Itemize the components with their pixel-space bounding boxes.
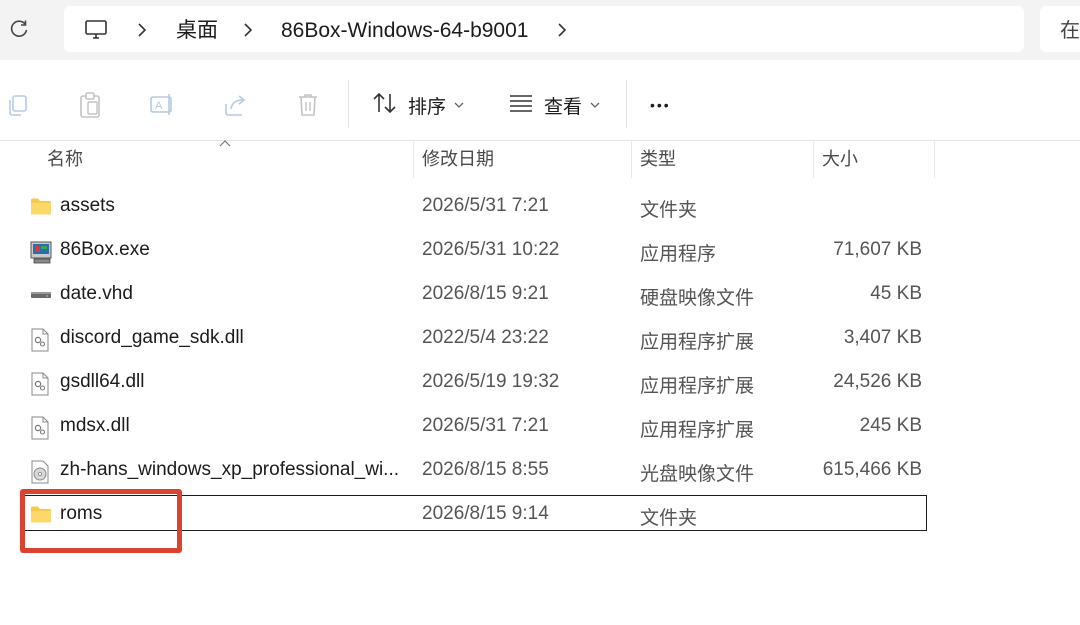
file-modified: 2022/5/4 23:22 (422, 327, 549, 348)
file-type: 应用程序扩展 (640, 420, 755, 441)
paste-icon[interactable] (75, 90, 105, 120)
file-modified: 2026/8/15 9:14 (422, 503, 549, 524)
column-divider (631, 140, 632, 178)
file-modified: 2026/5/19 19:32 (422, 371, 560, 392)
folder-icon (30, 196, 52, 218)
file-name[interactable]: mdsx.dll (60, 415, 405, 437)
breadcrumb-folder[interactable]: 86Box-Windows-64-b9001 (281, 19, 528, 43)
chevron-right-icon[interactable] (136, 21, 148, 44)
file-row[interactable]: discord_game_sdk.dll 2022/5/4 23:22 应用程序… (0, 317, 1080, 361)
toolbar-divider (348, 80, 349, 128)
chevron-down-icon (590, 96, 600, 114)
dll-icon (30, 416, 52, 440)
rename-icon[interactable]: A (147, 90, 177, 120)
column-divider (413, 140, 414, 178)
chevron-right-icon[interactable] (556, 21, 568, 44)
sort-ascending-icon (219, 134, 231, 152)
address-bar: 桌面 86Box-Windows-64-b9001 在 (0, 0, 1080, 60)
file-name[interactable]: 86Box.exe (60, 239, 405, 261)
command-bar: A 排序 查看 ••• (0, 68, 1080, 141)
dll-icon (30, 328, 52, 352)
file-modified: 2026/5/31 10:22 (422, 239, 560, 260)
file-size: 24,526 KB (833, 371, 922, 392)
sort-button[interactable]: 排序 (372, 88, 464, 122)
toolbar-divider (626, 80, 627, 128)
disk-image-icon (30, 284, 52, 306)
sort-label: 排序 (408, 96, 447, 118)
highlight-annotation (20, 489, 182, 553)
column-divider (934, 140, 935, 178)
file-type: 光盘映像文件 (640, 464, 755, 485)
column-modified[interactable]: 修改日期 (422, 140, 494, 178)
file-name[interactable]: assets (60, 195, 405, 217)
file-name[interactable]: date.vhd (60, 283, 405, 305)
svg-text:A: A (155, 100, 163, 112)
file-row[interactable]: 86Box.exe 2026/5/31 10:22 应用程序 71,607 KB (0, 229, 1080, 273)
view-button[interactable]: 查看 (508, 88, 600, 122)
file-row[interactable]: zh-hans_windows_xp_professional_wi... 20… (0, 449, 1080, 493)
file-modified: 2026/5/31 7:21 (422, 415, 549, 436)
disc-image-icon (30, 460, 52, 484)
file-modified: 2026/5/31 7:21 (422, 195, 549, 216)
file-type: 文件夹 (640, 200, 698, 221)
application-icon (30, 240, 52, 264)
breadcrumb-desktop[interactable]: 桌面 (176, 19, 218, 43)
file-name[interactable]: discord_game_sdk.dll (60, 327, 405, 349)
file-row[interactable]: assets 2026/5/31 7:21 文件夹 (0, 185, 1080, 229)
file-size: 45 KB (870, 283, 922, 304)
dll-icon (30, 372, 52, 396)
file-type: 应用程序扩展 (640, 332, 755, 353)
breadcrumb[interactable]: 桌面 86Box-Windows-64-b9001 (64, 6, 1024, 52)
refresh-icon[interactable] (6, 16, 32, 42)
file-row[interactable]: mdsx.dll 2026/5/31 7:21 应用程序扩展 245 KB (0, 405, 1080, 449)
column-size[interactable]: 大小 (822, 140, 858, 178)
file-type: 应用程序扩展 (640, 376, 755, 397)
file-modified: 2026/8/15 8:55 (422, 459, 549, 480)
file-size: 615,466 KB (822, 459, 922, 480)
file-type: 应用程序 (640, 244, 717, 265)
file-size: 245 KB (859, 415, 922, 436)
view-label: 查看 (544, 96, 583, 118)
search-placeholder: 在 (1060, 20, 1080, 42)
more-options-button[interactable]: ••• (650, 88, 671, 122)
more-icon: ••• (650, 97, 671, 113)
file-row[interactable]: gsdll64.dll 2026/5/19 19:32 应用程序扩展 24,52… (0, 361, 1080, 405)
file-row[interactable]: date.vhd 2026/8/15 9:21 硬盘映像文件 45 KB (0, 273, 1080, 317)
share-icon[interactable] (221, 90, 251, 120)
column-header: 名称 修改日期 类型 大小 (0, 140, 1080, 178)
search-input[interactable]: 在 (1040, 6, 1080, 52)
file-name[interactable]: zh-hans_windows_xp_professional_wi... (60, 459, 405, 481)
chevron-right-icon[interactable] (242, 21, 254, 44)
file-type: 文件夹 (640, 508, 698, 529)
column-divider (813, 140, 814, 178)
column-type[interactable]: 类型 (640, 140, 676, 178)
delete-icon[interactable] (293, 90, 323, 120)
sort-icon (372, 91, 398, 120)
chevron-down-icon (454, 96, 464, 114)
file-size: 3,407 KB (843, 327, 922, 348)
file-modified: 2026/8/15 9:21 (422, 283, 549, 304)
file-size: 71,607 KB (833, 239, 922, 260)
view-list-icon (508, 93, 534, 118)
file-type: 硬盘映像文件 (640, 288, 755, 309)
copy-icon[interactable] (3, 90, 33, 120)
file-list: assets 2026/5/31 7:21 文件夹 86Box.exe 2026… (0, 185, 1080, 537)
this-pc-icon[interactable] (84, 19, 108, 46)
file-name[interactable]: gsdll64.dll (60, 371, 405, 393)
column-name[interactable]: 名称 (47, 140, 83, 178)
